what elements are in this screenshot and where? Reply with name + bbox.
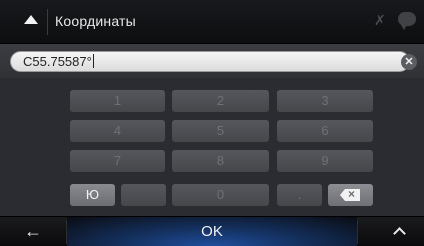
blank-key[interactable]: [121, 184, 166, 206]
key-1[interactable]: 1: [70, 90, 165, 112]
key-4[interactable]: 4: [70, 120, 165, 142]
expand-button[interactable]: [358, 217, 424, 246]
coordinate-value: C55.75587°: [23, 54, 94, 69]
back-button[interactable]: ←: [0, 217, 66, 246]
clear-circle-icon[interactable]: ✕: [401, 54, 417, 70]
ok-button[interactable]: OK: [67, 217, 357, 246]
header-divider: [47, 9, 48, 35]
key-6[interactable]: 6: [277, 120, 373, 142]
header-bar: Координаты ✗: [0, 0, 424, 44]
key-8[interactable]: 8: [172, 150, 269, 172]
text-caret: [92, 54, 94, 68]
key-dot[interactable]: .: [277, 184, 322, 206]
delete-key[interactable]: [328, 184, 373, 206]
coordinate-input[interactable]: C55.75587°: [10, 51, 410, 72]
key-0[interactable]: 0: [172, 184, 269, 206]
numeric-keypad: 1 2 3 4 5 6 7 8 9 Ю 0 .: [0, 78, 424, 216]
chevron-up-icon: [393, 227, 406, 240]
hemisphere-toggle-key[interactable]: Ю: [70, 184, 115, 206]
gps-status-icon: ✗: [374, 12, 386, 28]
triangle-up-icon[interactable]: [24, 15, 38, 24]
key-2[interactable]: 2: [172, 90, 269, 112]
key-3[interactable]: 3: [277, 90, 373, 112]
input-bar: C55.75587°: [0, 44, 424, 78]
page-title: Координаты: [55, 13, 136, 29]
key-9[interactable]: 9: [277, 150, 373, 172]
message-icon: [398, 12, 416, 30]
backspace-icon: [340, 189, 360, 201]
key-7[interactable]: 7: [70, 150, 165, 172]
key-5[interactable]: 5: [172, 120, 269, 142]
footer-bar: ← OK: [0, 216, 424, 246]
